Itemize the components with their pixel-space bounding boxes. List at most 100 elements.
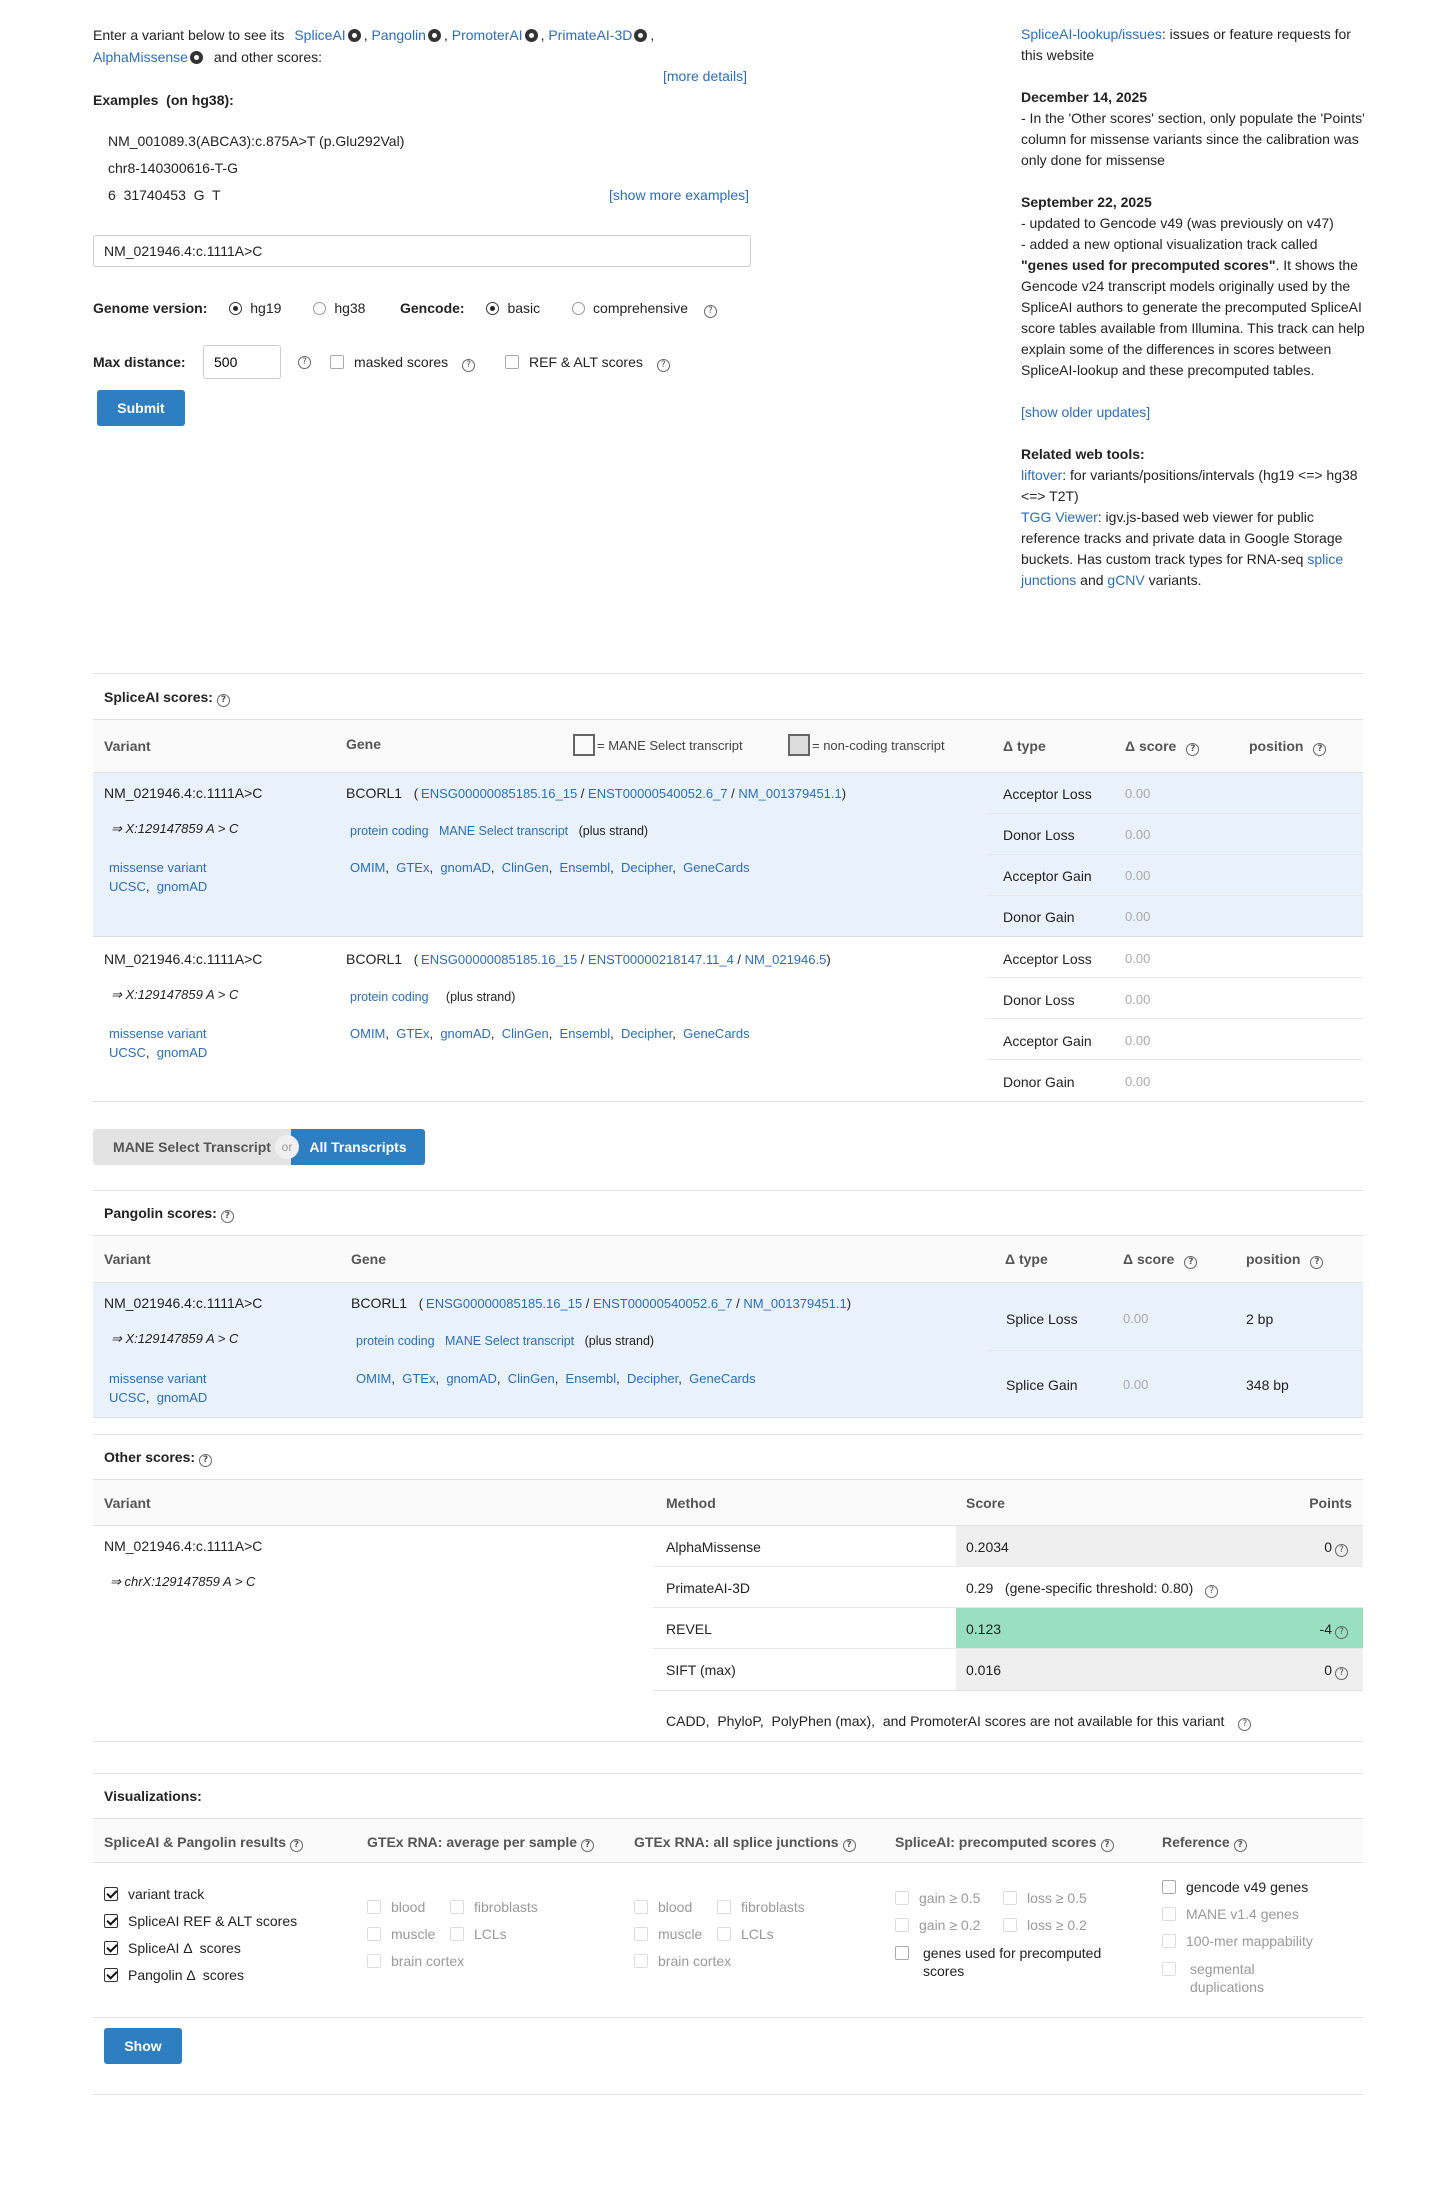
vis-option-pangolin-delta[interactable]: Pangolin Δ scores: [104, 1967, 297, 1994]
gtex-junc-brain-cortex[interactable]: brain cortex: [634, 1953, 731, 1969]
ensembl-link[interactable]: Ensembl: [566, 1371, 617, 1386]
vis-option-spliceai-delta[interactable]: SpliceAI Δ scores: [104, 1940, 297, 1967]
checkbox-icon[interactable]: [634, 1900, 648, 1914]
github-icon[interactable]: [347, 29, 361, 42]
help-icon[interactable]: ?: [656, 359, 670, 372]
clingen-link[interactable]: ClinGen: [508, 1371, 555, 1386]
genecards-link[interactable]: GeneCards: [689, 1371, 755, 1386]
checkbox-icon[interactable]: [717, 1900, 731, 1914]
consequence-link[interactable]: missense variant: [109, 860, 207, 875]
example-3[interactable]: 6 31740453 G T: [108, 187, 221, 203]
ucsc-link[interactable]: UCSC: [109, 1390, 146, 1405]
checkbox-icon[interactable]: [1003, 1891, 1017, 1905]
max-distance-input[interactable]: [203, 345, 281, 379]
checkbox-icon[interactable]: [895, 1918, 909, 1932]
gtex-junc-lcls[interactable]: LCLs: [717, 1926, 774, 1942]
help-icon[interactable]: ?: [581, 1839, 595, 1852]
checkbox-icon[interactable]: [634, 1927, 648, 1941]
help-icon[interactable]: ?: [290, 1839, 304, 1852]
gcnv-link[interactable]: gCNV: [1107, 572, 1144, 588]
radio-icon[interactable]: [486, 302, 500, 315]
radio-icon[interactable]: [229, 302, 243, 315]
radio-icon[interactable]: [572, 302, 586, 315]
checkbox-icon[interactable]: [634, 1954, 648, 1968]
example-1[interactable]: NM_001089.3(ABCA3):c.875A>T (p.Glu292Val…: [108, 133, 404, 149]
enst-link[interactable]: ENST00000540052.6_7: [588, 786, 728, 801]
vis-option-variant-track[interactable]: variant track: [104, 1886, 297, 1913]
help-icon[interactable]: ?: [1335, 1667, 1348, 1680]
ucsc-link[interactable]: UCSC: [109, 879, 146, 894]
precomputed-gain-05[interactable]: gain ≥ 0.5: [895, 1890, 980, 1906]
example-2[interactable]: chr8-140300616-T-G: [108, 160, 238, 176]
checkbox-icon[interactable]: [104, 1887, 118, 1901]
checkbox-icon[interactable]: [1162, 1962, 1176, 1976]
nm-link[interactable]: NM_021946.5: [745, 952, 827, 967]
checkbox-icon[interactable]: [450, 1927, 464, 1941]
help-icon[interactable]: ?: [1184, 1256, 1198, 1269]
masked-scores-option[interactable]: masked scores?: [330, 354, 476, 372]
ucsc-link[interactable]: UCSC: [109, 1045, 146, 1060]
liftover-link[interactable]: liftover: [1021, 467, 1062, 483]
precomputed-loss-02[interactable]: loss ≥ 0.2: [1003, 1917, 1087, 1933]
help-icon[interactable]: ?: [1335, 1544, 1348, 1557]
checkbox-icon[interactable]: [367, 1927, 381, 1941]
help-icon[interactable]: ?: [462, 359, 476, 372]
genecards-link[interactable]: GeneCards: [683, 1026, 749, 1041]
checkbox-icon[interactable]: [104, 1941, 118, 1955]
ref-mane-genes[interactable]: MANE v1.4 genes: [1162, 1906, 1362, 1933]
ensg-link[interactable]: ENSG00000085185.16_15: [426, 1296, 582, 1311]
biotype-link[interactable]: protein coding: [350, 824, 429, 838]
github-icon[interactable]: [427, 29, 441, 42]
consequence-link[interactable]: missense variant: [109, 1026, 207, 1041]
gtex-link[interactable]: GTEx: [396, 860, 429, 875]
genecards-link[interactable]: GeneCards: [683, 860, 749, 875]
variant-input[interactable]: [93, 235, 751, 267]
ref-segdups[interactable]: segmental duplications: [1162, 1960, 1302, 1996]
gtex-link[interactable]: GTEx: [396, 1026, 429, 1041]
ensembl-link[interactable]: Ensembl: [560, 1026, 611, 1041]
help-icon[interactable]: ?: [842, 1839, 856, 1852]
gtex-junc-muscle[interactable]: muscle: [634, 1926, 702, 1942]
gtex-junc-fibroblasts[interactable]: fibroblasts: [717, 1899, 805, 1915]
issues-link[interactable]: SpliceAI-lookup/issues: [1021, 26, 1162, 42]
gnomad-link[interactable]: gnomAD: [157, 1390, 208, 1405]
clingen-link[interactable]: ClinGen: [502, 1026, 549, 1041]
radio-hg38[interactable]: hg38: [313, 300, 365, 316]
all-transcripts-toggle[interactable]: All Transcripts: [291, 1129, 425, 1165]
precomputed-genes-option[interactable]: genes used for precomputed scores: [895, 1944, 1135, 1980]
omim-link[interactable]: OMIM: [350, 860, 385, 875]
checkbox-icon[interactable]: [104, 1914, 118, 1928]
ensg-link[interactable]: ENSG00000085185.16_15: [421, 786, 577, 801]
ref-alt-option[interactable]: REF & ALT scores?: [505, 354, 670, 372]
help-icon[interactable]: ?: [1310, 1256, 1324, 1269]
enst-link[interactable]: ENST00000540052.6_7: [593, 1296, 733, 1311]
mane-link[interactable]: MANE Select transcript: [445, 1334, 574, 1348]
help-icon[interactable]: ?: [1186, 743, 1200, 756]
checkbox-icon[interactable]: [1162, 1880, 1176, 1894]
checkbox-icon[interactable]: [104, 1968, 118, 1982]
gnomad-gene-link[interactable]: gnomAD: [440, 860, 491, 875]
ensg-link[interactable]: ENSG00000085185.16_15: [421, 952, 577, 967]
help-icon[interactable]: ?: [1233, 1839, 1247, 1852]
vis-option-spliceai-refalt[interactable]: SpliceAI REF & ALT scores: [104, 1913, 297, 1940]
checkbox-icon[interactable]: [895, 1946, 909, 1960]
radio-basic[interactable]: basic: [486, 300, 540, 316]
nm-link[interactable]: NM_001379451.1: [738, 786, 841, 801]
gnomad-gene-link[interactable]: gnomAD: [446, 1371, 497, 1386]
gtex-junc-blood[interactable]: blood: [634, 1899, 692, 1915]
omim-link[interactable]: OMIM: [350, 1026, 385, 1041]
help-icon[interactable]: ?: [298, 356, 311, 369]
help-icon[interactable]: ?: [1205, 1585, 1219, 1598]
checkbox-icon[interactable]: [367, 1954, 381, 1968]
decipher-link[interactable]: Decipher: [621, 860, 672, 875]
checkbox-icon[interactable]: [895, 1891, 909, 1905]
checkbox-icon[interactable]: [1162, 1934, 1176, 1948]
checkbox-icon[interactable]: [450, 1900, 464, 1914]
checkbox-icon[interactable]: [505, 355, 519, 369]
biotype-link[interactable]: protein coding: [350, 990, 429, 1004]
checkbox-icon[interactable]: [330, 355, 344, 369]
help-icon[interactable]: ?: [1313, 743, 1327, 756]
gtex-avg-blood[interactable]: blood: [367, 1899, 425, 1915]
help-icon[interactable]: ?: [703, 305, 717, 318]
mane-select-toggle[interactable]: MANE Select Transcript: [93, 1129, 291, 1165]
